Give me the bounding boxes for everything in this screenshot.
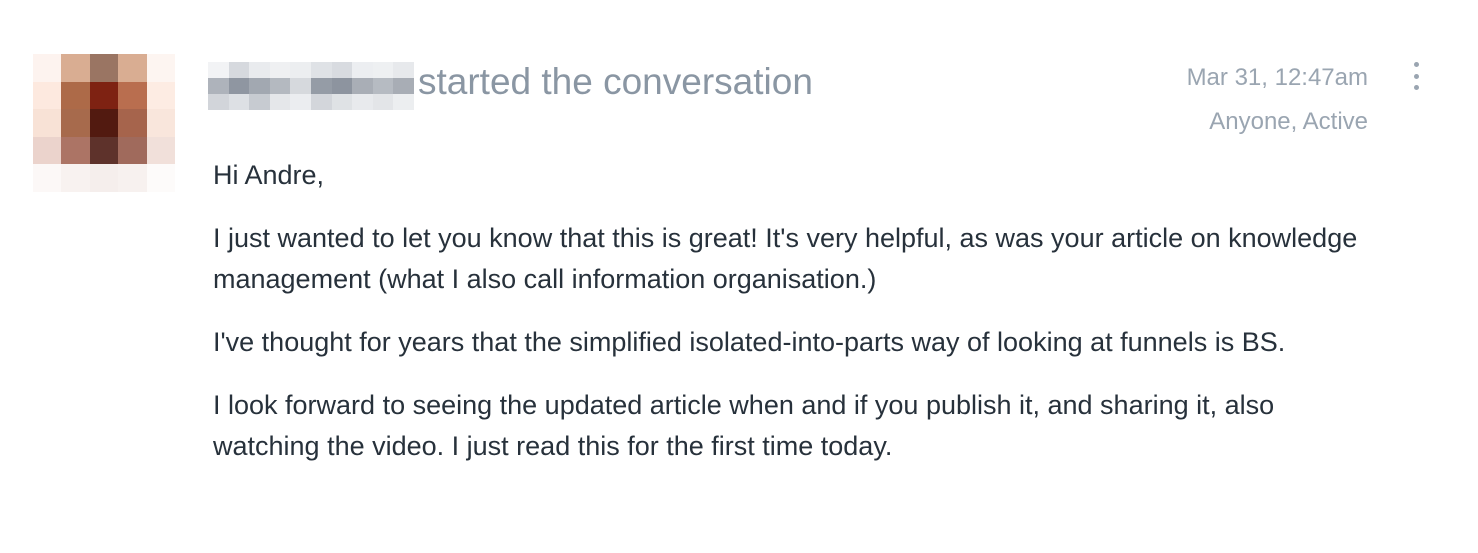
avatar[interactable]: [33, 54, 175, 192]
message-paragraph: I've thought for years that the simplifi…: [213, 327, 1286, 357]
vertical-ellipsis-icon-dot: [1413, 73, 1419, 79]
vertical-ellipsis-icon: [1413, 62, 1419, 67]
visibility-status: Anyone, Active: [1209, 108, 1368, 135]
more-options-button[interactable]: [1402, 58, 1430, 94]
message-greeting: Hi Andre,: [213, 160, 325, 190]
author-name-blurred[interactable]: [208, 62, 414, 110]
vertical-ellipsis-icon-dot: [1413, 85, 1419, 90]
message-paragraph: I look forward to seeing the updated art…: [213, 390, 1275, 461]
message-body: Hi Andre, I just wanted to let you know …: [213, 155, 1383, 489]
timestamp[interactable]: Mar 31, 12:47am: [1187, 62, 1368, 94]
conversation-post: started the conversation Mar 31, 12:47am…: [0, 0, 1478, 553]
message-paragraph: I just wanted to let you know that this …: [213, 223, 1358, 294]
action-text: started the conversation: [418, 61, 813, 102]
